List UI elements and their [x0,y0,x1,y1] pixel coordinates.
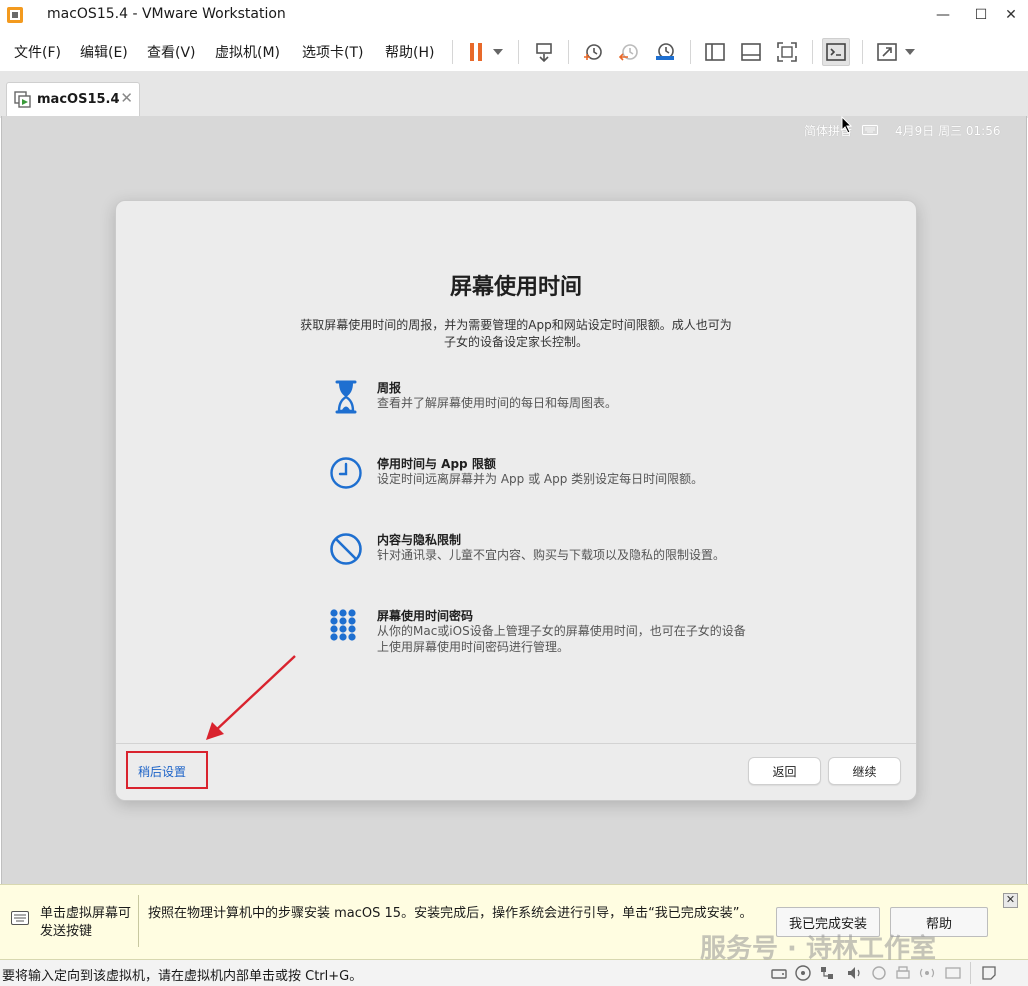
notify-separator [138,895,139,947]
feature-description: 设定时间远离屏幕并为 App 或 App 类别设定每日时间限额。 [377,472,704,486]
clock-icon [330,457,362,489]
close-notification-icon[interactable]: ✕ [1003,893,1018,908]
feature-title: 内容与隐私限制 [377,533,462,547]
vm-display[interactable]: 简体拼音 4月9日 周三 01:56 屏幕使用时间 获取屏幕使用时间的周报，并为… [1,116,1027,884]
usb-icon[interactable] [870,964,888,982]
feature-description: 查看并了解屏幕使用时间的每日和每周图表。 [377,396,618,410]
keypad-icon [330,609,356,641]
feature-title: 周报 [377,381,402,395]
message-log-icon[interactable] [980,964,998,982]
revert-snapshot-icon[interactable] [615,38,643,66]
cd-drive-icon[interactable] [794,964,812,982]
minimize-button[interactable]: — [932,4,954,26]
title-bar: macOS15.4 - VMware Workstation — ☐ ✕ [0,0,1028,30]
pause-icon[interactable] [462,38,490,66]
tab-strip: macOS15.4 ✕ [0,72,1028,118]
console-view-icon[interactable] [822,38,850,66]
chevron-down-icon[interactable] [488,38,508,66]
keyboard-icon [11,911,29,925]
stretch-icon[interactable] [873,38,901,66]
toolbar-separator [452,40,453,64]
dialog-description: 获取屏幕使用时间的周报，并为需要管理的App和网站设定时间限额。成人也可为子女的… [300,318,732,349]
menu-view[interactable]: 查看(V) [147,42,196,62]
tab-close-icon[interactable]: ✕ [120,89,133,107]
maximize-button[interactable]: ☐ [970,4,992,26]
wireless-icon[interactable] [918,964,936,982]
keyboard-icon [862,125,878,135]
install-notification-bar: 单击虚拟屏幕可发送按键 按照在物理计算机中的步骤安装 macOS 15。安装完成… [0,884,1028,964]
menu-vm[interactable]: 虚拟机(M) [215,42,280,62]
menu-file[interactable]: 文件(F) [14,42,61,62]
send-ctrl-alt-del-icon[interactable] [530,38,558,66]
dialog-title: 屏幕使用时间 [449,275,582,300]
menu-help[interactable]: 帮助(H) [385,42,434,62]
set-up-later-link[interactable]: 稍后设置 [138,763,186,780]
status-text: 要将输入定向到该虚拟机，请在虚拟机内部单击或按 Ctrl+G。 [2,969,363,984]
feature-title: 停用时间与 App 限额 [377,457,496,471]
hourglass-icon [335,380,357,414]
back-button[interactable]: 返回 [748,757,821,785]
continue-button[interactable]: 继续 [828,757,901,785]
menubar-clock: 4月9日 周三 01:56 [895,124,1001,138]
feature-description: 针对通讯录、儿童不宜内容、购买与下载项以及隐私的限制设置。 [377,548,726,562]
fullscreen-icon[interactable] [773,38,801,66]
network-icon[interactable] [818,964,836,982]
toolbar-separator [862,40,863,64]
window-title: macOS15.4 - VMware Workstation [47,6,286,22]
menu-toolbar: 文件(F) 编辑(E) 查看(V) 虚拟机(M) 选项卡(T) 帮助(H) [0,30,1028,72]
snapshot-manager-icon[interactable] [651,38,679,66]
menu-tabs[interactable]: 选项卡(T) [302,42,363,62]
status-bar: 要将输入定向到该虚拟机，请在虚拟机内部单击或按 Ctrl+G。 [0,960,1028,986]
toolbar-separator [812,40,813,64]
chevron-down-icon[interactable] [900,38,920,66]
hard-disk-icon[interactable] [770,964,788,982]
annotation-arrow-icon [206,655,296,740]
prohibited-icon [330,533,362,565]
tab-macos[interactable]: macOS15.4 ✕ [6,82,140,118]
printer-icon[interactable] [894,964,912,982]
vmware-app-icon [7,7,23,23]
toolbar-separator [518,40,519,64]
close-button[interactable]: ✕ [1000,4,1022,26]
toolbar-separator [568,40,569,64]
display-icon[interactable] [944,964,962,982]
sound-icon[interactable] [846,964,864,982]
toolbar-separator [690,40,691,64]
tab-label: macOS15.4 [37,92,120,107]
snapshot-icon[interactable] [579,38,607,66]
feature-description: 从你的Mac或iOS设备上管理子女的屏幕使用时间，也可在子女的设备上使用屏幕使用… [377,624,746,654]
thumbnail-bar-icon[interactable] [737,38,765,66]
notify-message: 按照在物理计算机中的步骤安装 macOS 15。安装完成后，操作系统会进行引导，… [148,906,753,921]
sidebar-toggle-icon[interactable] [701,38,729,66]
feature-title: 屏幕使用时间密码 [377,609,474,623]
menu-edit[interactable]: 编辑(E) [80,42,128,62]
notify-hint: 单击虚拟屏幕可发送按键 [40,906,132,939]
vm-tab-icon [14,91,31,108]
mouse-cursor-icon [841,116,853,134]
status-separator [970,962,971,984]
